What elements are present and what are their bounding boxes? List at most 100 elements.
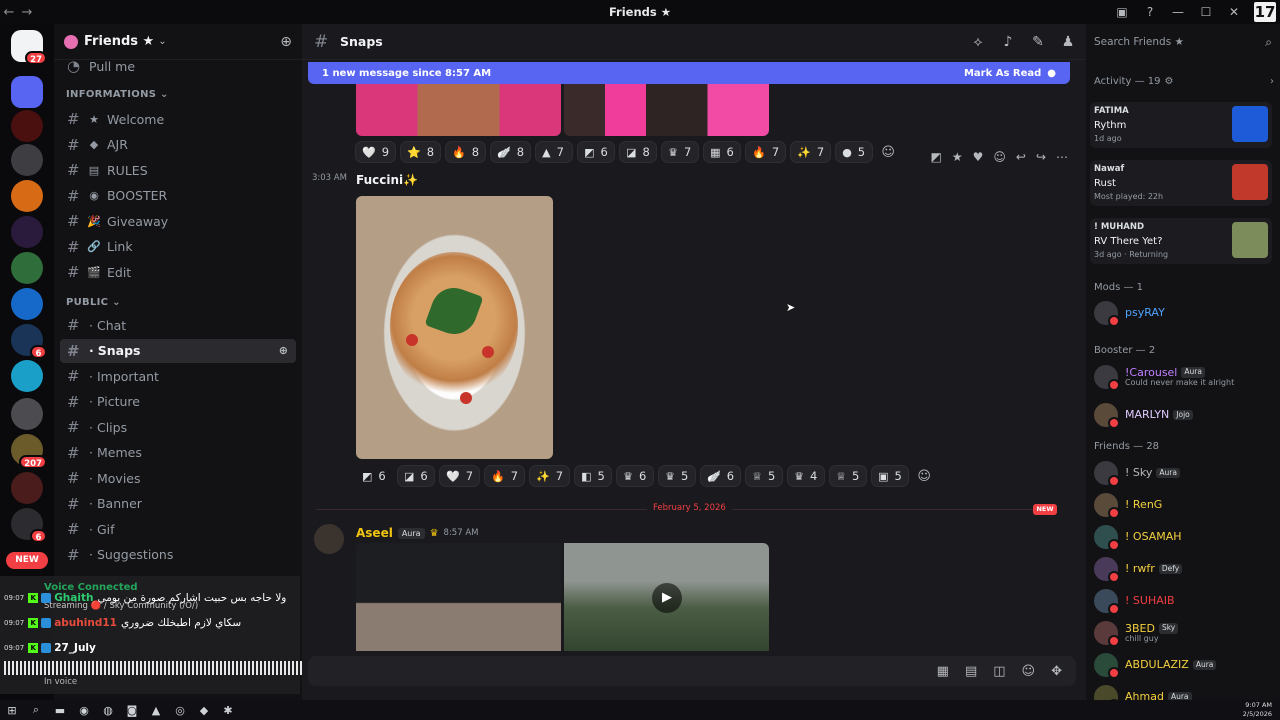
reaction-chip[interactable]: ♕ 5	[829, 465, 868, 487]
member-row[interactable]: psyRAY	[1090, 298, 1276, 328]
member-row[interactable]: MARLYN Jojo	[1090, 400, 1276, 430]
add-reaction-icon[interactable]: ☺	[993, 150, 1006, 164]
channel-booster[interactable]: # ◉ BOOSTER	[60, 184, 296, 208]
channel-movies[interactable]: # · Movies	[60, 466, 296, 490]
reply-icon[interactable]: ↩	[1016, 150, 1026, 164]
search-icon[interactable]: ⌕	[24, 703, 48, 717]
channel-edit[interactable]: # 🎬 Edit	[60, 260, 296, 284]
reaction-chip[interactable]: ⭐ 8	[400, 141, 442, 163]
sticker-icon[interactable]: ◫	[993, 664, 1005, 679]
member-row[interactable]: ! Sky Aura	[1090, 458, 1276, 488]
channel-link[interactable]: # 🔗 Link	[60, 235, 296, 259]
channel-ajr[interactable]: # ◆ AJR	[60, 133, 296, 157]
add-reaction-icon[interactable]: ☺	[913, 465, 935, 487]
attachment-image[interactable]	[356, 84, 561, 136]
help-icon[interactable]: ?	[1136, 5, 1164, 19]
attachment-image[interactable]	[356, 543, 561, 651]
play-icon[interactable]: ▶	[652, 583, 682, 613]
reaction-chip[interactable]: ◩ 6	[577, 141, 616, 163]
category-public[interactable]: PUBLIC ⌄	[66, 297, 121, 308]
reaction-chip[interactable]: ✨ 7	[790, 141, 832, 163]
channel-gif[interactable]: # · Gif	[60, 517, 296, 541]
gift-icon[interactable]: ▦	[937, 664, 949, 679]
reaction-chip[interactable]: ♛ 6	[616, 465, 655, 487]
channel-memes[interactable]: # · Memes	[60, 441, 296, 465]
more-icon[interactable]: ⋯	[1056, 150, 1068, 164]
threads-icon[interactable]: ⟡	[970, 34, 986, 50]
guild-icon[interactable]	[11, 180, 43, 212]
channel-pull-me[interactable]: ◔ Pull me	[60, 54, 296, 78]
back-arrow-icon[interactable]: ←	[0, 5, 18, 20]
reaction-chip[interactable]: 🪽 6	[700, 465, 742, 487]
member-row[interactable]: 3BED Sky chill guy	[1090, 618, 1276, 648]
reaction-chip[interactable]: ◪ 8	[619, 141, 658, 163]
forward-arrow-icon[interactable]: →	[18, 5, 36, 20]
reaction-chip[interactable]: 🪽 8	[490, 141, 532, 163]
forward-icon[interactable]: ↪	[1036, 150, 1046, 164]
member-row[interactable]: ABDULAZIZ Aura	[1090, 650, 1276, 680]
reaction-chip[interactable]: 🔥 7	[484, 465, 526, 487]
message-composer[interactable]: ▦ ▤ ◫ ☺ ✥	[308, 656, 1076, 686]
attachment-image[interactable]	[564, 84, 769, 136]
folder-icon[interactable]: ▬	[48, 704, 72, 717]
reaction-chip[interactable]: ♕ 5	[745, 465, 784, 487]
reaction-chip[interactable]: ◧ 5	[574, 465, 613, 487]
reaction-chip[interactable]: ◪ 6	[397, 465, 435, 487]
reaction-chip[interactable]: 🔥 8	[445, 141, 487, 163]
channel-important[interactable]: # · Important	[60, 364, 296, 388]
reaction-chip[interactable]: 🤍 9	[355, 141, 397, 163]
heart-icon[interactable]: ♥	[973, 150, 984, 164]
activity-card[interactable]: Nawaf Rust Most played: 22h	[1090, 160, 1272, 206]
windows-start-icon[interactable]: ⊞	[0, 704, 24, 717]
reaction-chip[interactable]: ✨ 7	[529, 465, 571, 487]
video-attachment[interactable]: ▶	[564, 543, 769, 651]
app-icon[interactable]: ◆	[192, 704, 216, 717]
discord-icon[interactable]: ◙	[120, 704, 144, 717]
new-unreads-pill[interactable]: NEW	[6, 552, 48, 569]
clock[interactable]: 9:07 AM 2/5/2026	[1243, 701, 1272, 719]
reaction-chip[interactable]: ♛ 5	[658, 465, 697, 487]
app-icon[interactable]: ▲	[144, 704, 168, 717]
reaction-chip[interactable]: ♛ 4	[787, 465, 826, 487]
activity-card[interactable]: FATIMA Rythm 1d ago	[1090, 102, 1272, 148]
app-icon[interactable]: ✱	[216, 704, 240, 717]
app-icon[interactable]: ◍	[96, 704, 120, 717]
emoji-icon[interactable]: ☺	[1022, 664, 1036, 679]
channel-welcome[interactable]: # ★ Welcome	[60, 107, 296, 131]
activity-card[interactable]: ! MUHAND RV There Yet? 3d ago · Returning	[1090, 218, 1272, 264]
activity-header[interactable]: Activity — 19 ⚙ ›	[1094, 76, 1274, 87]
guild-icon[interactable]: 6	[11, 508, 47, 543]
member-row[interactable]: ! OSAMAH	[1090, 522, 1276, 552]
reaction-chip[interactable]: ▦ 6	[703, 141, 742, 163]
pin-icon[interactable]: ✎	[1030, 34, 1046, 50]
guild-icon[interactable]	[11, 360, 43, 392]
star-icon[interactable]: ★	[952, 150, 963, 164]
reaction-chip[interactable]: ▲ 7	[535, 141, 574, 163]
member-row[interactable]: ! RenG	[1090, 490, 1276, 520]
maximize-icon[interactable]: ☐	[1192, 5, 1220, 19]
channel-suggestions[interactable]: # · Suggestions	[60, 543, 296, 567]
minimize-icon[interactable]: —	[1164, 5, 1192, 19]
channel-rules[interactable]: # ▤ RULES	[60, 158, 296, 182]
channel-banner[interactable]: # · Banner	[60, 492, 296, 516]
reaction-chip[interactable]: ♛ 7	[661, 141, 700, 163]
avatar[interactable]	[314, 524, 344, 554]
member-row[interactable]: ! SUHAIB	[1090, 586, 1276, 616]
reaction-chip[interactable]: ● 5	[835, 141, 874, 163]
mark-as-read-button[interactable]: Mark As Read	[964, 68, 1041, 79]
guild-icon[interactable]: 6	[11, 324, 47, 359]
food-photo[interactable]	[356, 196, 553, 459]
guild-icon[interactable]	[11, 472, 43, 504]
inbox-icon[interactable]: ▣	[1108, 5, 1136, 19]
search-input[interactable]: Search Friends ★ ⌕	[1090, 32, 1276, 52]
invite-icon[interactable]: ⊕	[280, 34, 292, 50]
category-informations[interactable]: INFORMATIONS ⌄	[66, 89, 169, 100]
channel-clips[interactable]: # · Clips	[60, 415, 296, 439]
reaction-chip[interactable]: 🔥 7	[745, 141, 787, 163]
guild-icon[interactable]	[11, 144, 43, 176]
guild-icon[interactable]: 207	[11, 434, 47, 469]
reaction-chip[interactable]: 🤍 7	[439, 465, 481, 487]
guild-icon[interactable]	[11, 288, 43, 320]
channel-giveaway[interactable]: # 🎉 Giveaway	[60, 209, 296, 233]
home-guild-icon[interactable]: 27	[11, 30, 47, 65]
